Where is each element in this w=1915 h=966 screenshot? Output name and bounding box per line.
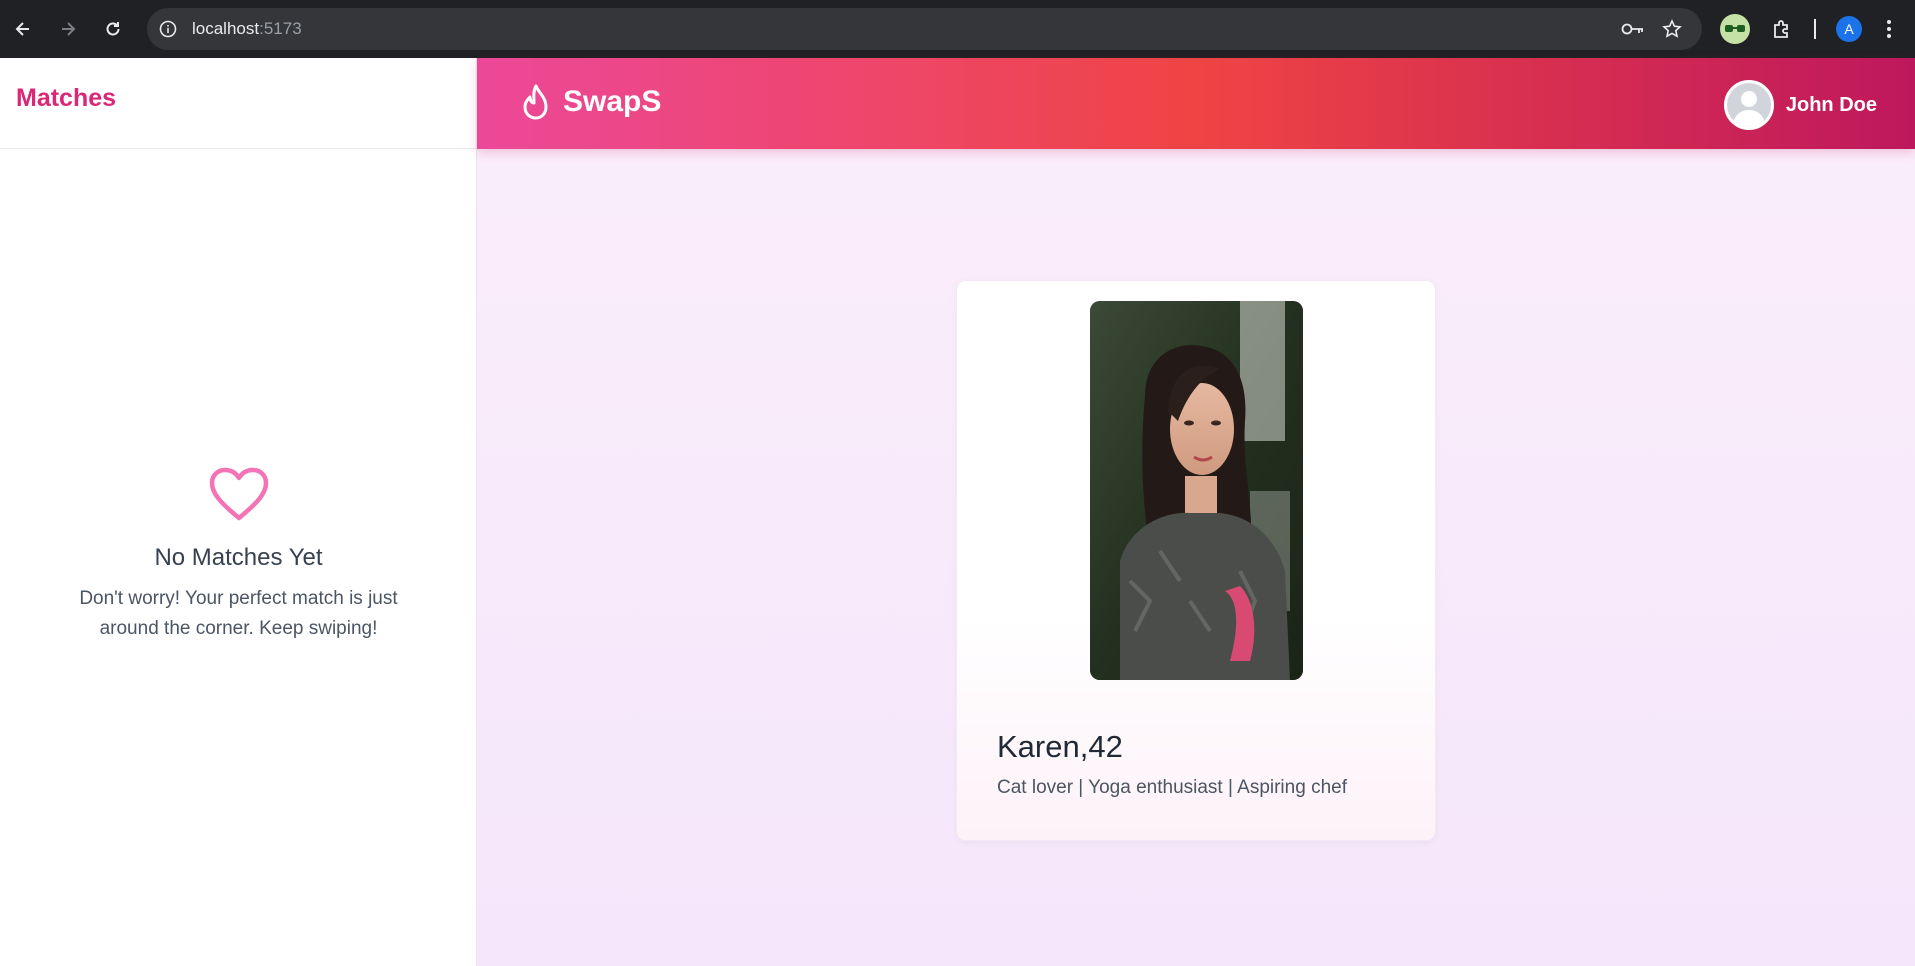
forward-button[interactable] (53, 14, 83, 44)
back-button[interactable] (8, 14, 38, 44)
url-host: localhost (192, 19, 260, 38)
url-text[interactable]: localhost:5173 (192, 19, 302, 39)
site-info-icon[interactable] (155, 16, 181, 42)
forward-arrow-icon (62, 22, 76, 36)
empty-matches-state: No Matches Yet Don't worry! Your perfect… (0, 466, 477, 644)
profile-photo-image (1090, 301, 1303, 680)
brand-name: SwapS (563, 85, 662, 118)
bookmark-star-icon[interactable] (1660, 17, 1684, 41)
empty-state-message: Don't worry! Your perfect match is just … (79, 588, 398, 639)
extensions-puzzle-icon[interactable] (1767, 14, 1797, 44)
avatar (1723, 80, 1774, 130)
address-bar[interactable]: localhost:5173 (147, 8, 1702, 50)
user-menu[interactable]: John Doe (1723, 80, 1877, 130)
profile-photo (1090, 301, 1303, 680)
app-header: SwapS John Doe (477, 58, 1915, 149)
profile-bio: Cat lover | Yoga enthusiast | Aspiring c… (997, 777, 1347, 798)
browser-menu-icon[interactable] (1876, 14, 1902, 44)
user-avatar-icon (1732, 91, 1765, 127)
reload-button[interactable] (98, 14, 128, 44)
main-area: SwapS John Doe Karen,42 Cat lover | Yoga… (477, 58, 1915, 966)
back-arrow-icon (15, 22, 29, 36)
browser-toolbar: localhost:5173 A (0, 0, 1915, 58)
sidebar-title: Matches (16, 84, 117, 112)
reload-icon (106, 22, 120, 36)
user-name: John Doe (1785, 93, 1877, 116)
flame-icon (523, 84, 548, 120)
extension-glasses-icon[interactable] (1720, 14, 1750, 44)
empty-state-heading: No Matches Yet (154, 544, 323, 571)
brand-logo[interactable]: SwapS (519, 83, 661, 121)
profile-card[interactable]: Karen,42 Cat lover | Yoga enthusiast | A… (956, 280, 1436, 841)
heart-icon (209, 467, 268, 521)
password-key-icon[interactable] (1621, 17, 1645, 41)
url-port: :5173 (259, 19, 302, 38)
matches-sidebar: Matches No Matches Yet Don't worry! Your… (0, 58, 477, 966)
sidebar-header: Matches (0, 58, 476, 149)
profile-name-age: Karen,42 (997, 729, 1123, 764)
browser-profile-avatar[interactable]: A (1836, 16, 1862, 42)
toolbar-divider (1814, 19, 1816, 39)
